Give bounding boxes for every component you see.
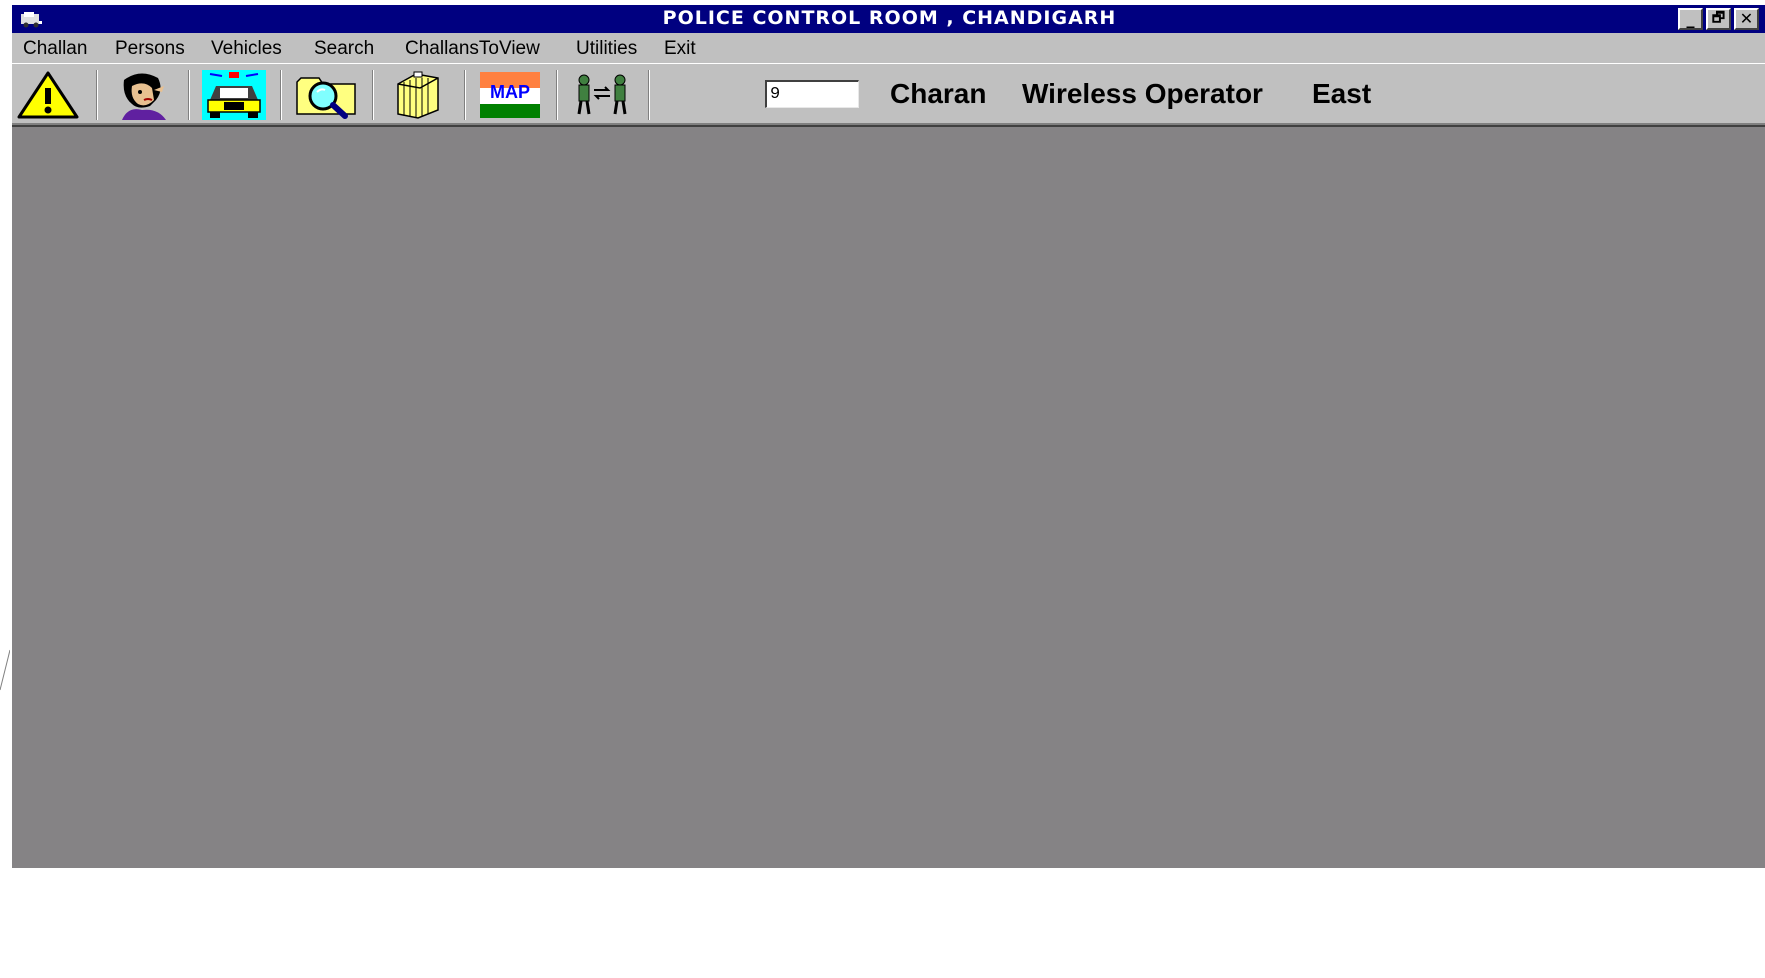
menu-challan[interactable]: Challan <box>23 38 87 60</box>
menu-search[interactable]: Search <box>314 38 374 60</box>
menu-challans-to-view[interactable]: ChallansToView <box>405 38 540 60</box>
person-icon <box>110 70 174 120</box>
search-folder-icon <box>296 77 356 119</box>
toolbar: MAP Charan Wireless Operator East <box>12 63 1765 125</box>
minimize-button[interactable]: _ <box>1678 8 1703 30</box>
search-button[interactable] <box>290 70 362 120</box>
menu-persons[interactable]: Persons <box>115 38 185 60</box>
toolbar-separator <box>464 70 466 120</box>
toolbar-separator <box>188 70 190 120</box>
toolbar-separator <box>372 70 374 120</box>
warning-icon <box>17 71 79 119</box>
files-button[interactable] <box>382 70 454 120</box>
police-car-icon <box>202 70 266 120</box>
restore-button[interactable]: 🗗 <box>1706 8 1731 30</box>
toolbar-separator <box>648 70 650 120</box>
operator-role: Wireless Operator <box>1022 78 1263 109</box>
menu-exit[interactable]: Exit <box>664 38 696 60</box>
alert-button[interactable] <box>12 70 84 120</box>
officers-button[interactable] <box>566 70 638 120</box>
close-button[interactable]: ✕ <box>1734 8 1759 30</box>
officers-exchange-icon <box>577 74 627 115</box>
window-title: POLICE CONTROL ROOM , CHANDIGARH <box>662 7 1117 29</box>
map-button[interactable]: MAP <box>474 70 546 120</box>
mdi-workspace[interactable] <box>12 125 1765 868</box>
vehicles-button[interactable] <box>198 70 270 120</box>
menu-utilities[interactable]: Utilities <box>576 38 637 60</box>
window-controls: _ 🗗 ✕ <box>1678 8 1759 30</box>
map-icon: MAP <box>480 72 540 118</box>
menu-vehicles[interactable]: Vehicles <box>211 38 282 60</box>
menu-bar: Challan Persons Vehicles Search Challans… <box>12 33 1765 63</box>
persons-button[interactable] <box>106 70 178 120</box>
operator-zone: East <box>1312 78 1372 109</box>
map-label: MAP <box>490 82 530 102</box>
files-icon <box>397 71 439 119</box>
toolbar-separator <box>96 70 98 120</box>
shift-number-input[interactable] <box>765 80 859 108</box>
operator-name: Charan <box>890 78 987 109</box>
main-window: POLICE CONTROL ROOM , CHANDIGARH _ 🗗 ✕ C… <box>10 5 1765 868</box>
toolbar-separator <box>280 70 282 120</box>
title-bar[interactable]: POLICE CONTROL ROOM , CHANDIGARH _ 🗗 ✕ <box>12 5 1765 33</box>
toolbar-separator <box>556 70 558 120</box>
